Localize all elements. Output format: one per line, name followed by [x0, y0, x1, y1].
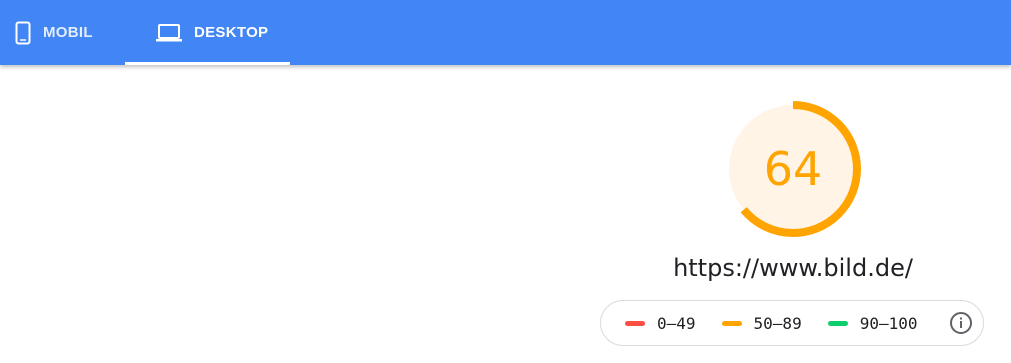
smartphone-icon — [15, 21, 31, 45]
score-gauge: 64 — [723, 99, 863, 239]
top-tab-bar: MOBIL DESKTOP — [0, 0, 1011, 65]
legend-label-fail: 0–49 — [657, 313, 696, 333]
score-legend: 0–49 50–89 90–100 — [600, 300, 984, 346]
tab-desktop[interactable]: DESKTOP — [125, 0, 290, 65]
legend-swatch-fail — [625, 320, 645, 326]
legend-item-fail: 0–49 — [625, 314, 696, 333]
tab-desktop-label: DESKTOP — [194, 24, 269, 41]
tab-mobile[interactable]: MOBIL — [0, 0, 125, 65]
tested-url: https://www.bild.de/ — [673, 254, 913, 282]
tab-mobile-label: MOBIL — [43, 24, 93, 41]
legend-item-average: 50–89 — [721, 313, 802, 333]
performance-score: 64 — [763, 142, 823, 196]
laptop-icon — [156, 23, 182, 43]
legend-swatch-average — [721, 320, 742, 326]
legend-swatch-pass — [827, 320, 848, 326]
info-icon[interactable] — [949, 311, 973, 335]
legend-item-pass: 90–100 — [827, 313, 918, 333]
legend-label-average: 50–89 — [753, 313, 802, 333]
active-tab-indicator — [125, 62, 290, 65]
legend-label-pass: 90–100 — [859, 313, 918, 333]
